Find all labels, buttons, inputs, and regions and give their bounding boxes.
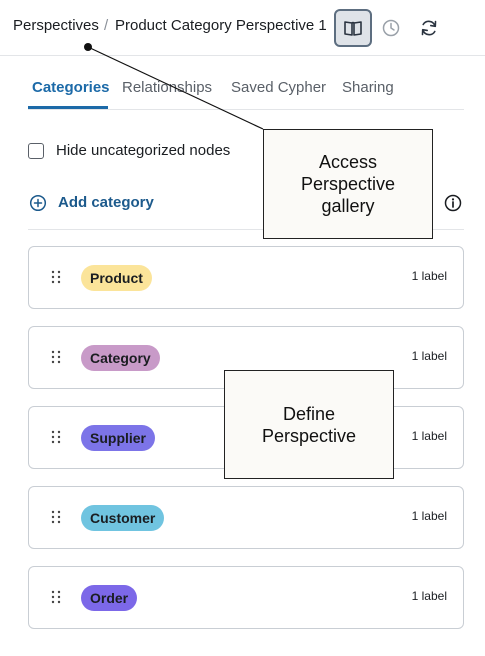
label-count: 1 label: [411, 269, 447, 283]
label-count: 1 label: [411, 589, 447, 603]
drag-handle-icon[interactable]: [51, 510, 61, 524]
category-card-customer[interactable]: Customer 1 label: [28, 486, 464, 549]
drag-handle-icon[interactable]: [51, 430, 61, 444]
category-card-order[interactable]: Order 1 label: [28, 566, 464, 629]
perspective-gallery-button[interactable]: [334, 9, 372, 47]
breadcrumb-separator: /: [104, 17, 109, 34]
drag-handle-icon[interactable]: [51, 350, 61, 364]
tab-sharing[interactable]: Sharing: [342, 79, 394, 96]
hide-uncategorized-checkbox[interactable]: [28, 143, 44, 159]
info-icon[interactable]: [444, 194, 462, 212]
tab-bar: Categories Relationships Saved Cypher Sh…: [28, 70, 464, 110]
label-count: 1 label: [411, 509, 447, 523]
breadcrumb-current-perspective: Product Category Perspective 1: [115, 17, 327, 34]
label-count: 1 label: [411, 429, 447, 443]
header-bar: Perspectives / Product Category Perspect…: [0, 0, 485, 56]
label-count: 1 label: [411, 349, 447, 363]
category-pill[interactable]: Order: [81, 585, 138, 611]
category-pill[interactable]: Category: [81, 345, 160, 371]
plus-circle-icon[interactable]: [29, 194, 47, 212]
add-category-button[interactable]: Add category: [58, 194, 154, 211]
tab-categories[interactable]: Categories: [32, 79, 110, 96]
category-card-product[interactable]: Product 1 label: [28, 246, 464, 309]
category-pill[interactable]: Product: [81, 265, 152, 291]
refresh-button[interactable]: [410, 9, 448, 47]
tab-saved-cypher[interactable]: Saved Cypher: [231, 79, 326, 96]
drag-handle-icon[interactable]: [51, 590, 61, 604]
category-pill[interactable]: Customer: [81, 505, 165, 531]
clock-icon: [382, 19, 400, 37]
callout-perspective-gallery: Access Perspective gallery: [263, 129, 433, 239]
drag-handle-icon[interactable]: [51, 270, 61, 284]
book-open-icon: [344, 21, 362, 36]
breadcrumb-perspectives[interactable]: Perspectives: [13, 17, 99, 34]
category-pill[interactable]: Supplier: [81, 425, 156, 451]
active-tab-indicator: [28, 106, 108, 109]
callout-define-perspective: Define Perspective: [224, 370, 394, 479]
refresh-icon: [421, 20, 437, 36]
hide-uncategorized-label[interactable]: Hide uncategorized nodes: [56, 142, 230, 159]
history-button[interactable]: [372, 9, 410, 47]
tab-relationships[interactable]: Relationships: [122, 79, 212, 96]
